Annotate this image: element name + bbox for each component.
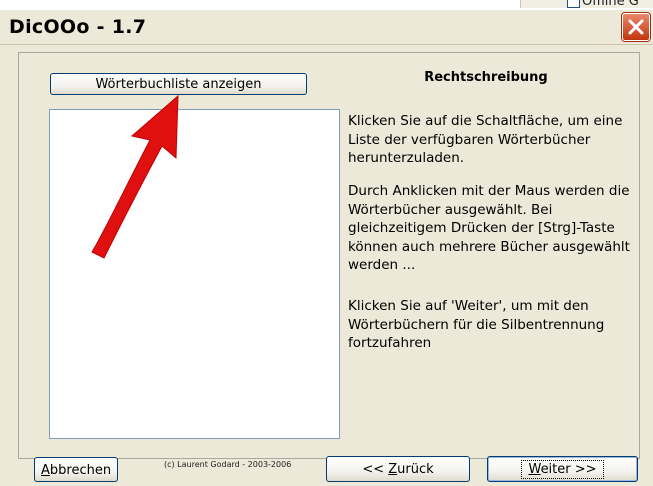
background-checkbox[interactable] [567, 0, 580, 8]
dictionary-listbox[interactable] [49, 109, 340, 439]
dialog-window: DicOOo - 1.7 Wörterbuchliste anzeigen Re… [0, 10, 653, 486]
back-button-label: urück [397, 462, 434, 477]
copyright-credit: (c) Laurent Godard - 2003-2006 [164, 460, 292, 469]
back-button-prefix: << [362, 462, 389, 477]
next-button-focus-ring: Weiter >> [521, 460, 604, 479]
background-checkbox-label: Offline G [582, 0, 639, 9]
cancel-button[interactable]: Abbrechen [34, 457, 118, 482]
show-wordlist-button[interactable]: Wörterbuchliste anzeigen [50, 73, 307, 95]
close-button[interactable] [622, 13, 650, 41]
back-button[interactable]: << Zurück [326, 456, 470, 482]
back-button-mnemonic: Z [388, 462, 398, 477]
title-bar: DicOOo - 1.7 [0, 10, 653, 45]
next-button[interactable]: Weiter >> [487, 456, 638, 482]
next-button-mnemonic: W [528, 462, 541, 477]
cancel-button-mnemonic: A [41, 463, 50, 478]
close-icon [628, 19, 644, 35]
cancel-button-label: bbrechen [49, 463, 112, 478]
info-heading: Rechtschreibung [424, 70, 548, 85]
info-paragraph-2: Durch Anklicken mit der Maus werden die … [348, 183, 630, 273]
info-paragraph-3: Klicken Sie auf 'Weiter', um mit den Wör… [348, 298, 605, 351]
next-button-label: eiter >> [540, 462, 597, 477]
window-title: DicOOo - 1.7 [9, 16, 147, 38]
info-paragraph-1: Klicken Sie auf die Schaltfläche, um ein… [348, 113, 623, 166]
